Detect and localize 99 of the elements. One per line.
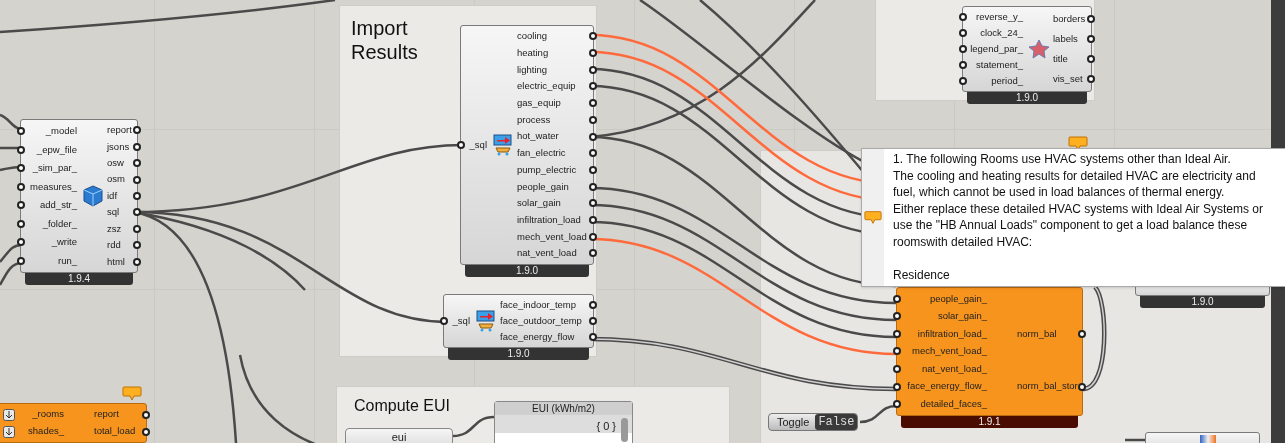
component-node[interactable]: _sql cooling heating lighting electric_equip gas_equip process hot_water fan_electric pump_electric people_gain solar_gain infiltration_load mech_vent_load nat_vent_load (460, 25, 594, 265)
output-label: electric_equip (517, 79, 576, 94)
output-label: norm_bal_stor (1017, 379, 1078, 394)
input-label: face_energy_flow_ (907, 379, 987, 394)
input-label: infiltration_load_ (917, 326, 987, 341)
output-label: heating (517, 45, 549, 60)
input-label: reverse_y_ (976, 9, 1023, 24)
input-port[interactable] (457, 141, 465, 149)
version-label: 1.9.4 (25, 273, 133, 285)
output-label: people_gain (517, 179, 569, 194)
wire (859, 404, 897, 424)
input-port[interactable] (440, 317, 448, 325)
version-label: 1.9.0 (448, 348, 589, 360)
output-label: title (1053, 51, 1068, 66)
output-label: osm (107, 172, 125, 187)
wire (452, 415, 495, 438)
version-label: 1.9.1 (901, 416, 1078, 428)
input-label: _sql (469, 137, 487, 152)
panel-title: EUI (kWh/m2) (495, 402, 632, 415)
input-label: _sql (452, 313, 470, 328)
version-label: 1.9.0 (967, 92, 1087, 104)
output-label: norm_bal (1017, 326, 1057, 341)
output-label: fan_electric (517, 146, 566, 161)
input-label: nat_vent_load_ (922, 361, 987, 376)
output-label: borders (1053, 11, 1086, 26)
star-icon (1028, 39, 1050, 59)
input-label: shades_ (28, 424, 64, 439)
version-label: 1.9.0 (465, 265, 589, 277)
output-label: pump_electric (517, 162, 577, 177)
output-label: vis_set (1053, 71, 1083, 86)
message-bubble-icon[interactable] (1068, 136, 1088, 151)
output-label: html (107, 254, 125, 269)
component-node[interactable]: _rooms shades_ report total_load (0, 403, 147, 443)
results-icon (476, 310, 496, 332)
output-label: zsz (107, 221, 122, 236)
input-label: _epw_file (36, 142, 77, 157)
input-label: run_ (58, 253, 77, 268)
component-node[interactable]: people_gain_ solar_gain_ infiltration_load_ mech_vent_load_ nat_vent_load_ face_energy_flow_ detailed_faces_ norm_bal norm_bal_stor (896, 287, 1083, 416)
wire (1125, 438, 1145, 442)
output-label: total_load (94, 424, 136, 439)
output-label: cooling (517, 29, 548, 44)
input-label: _sim_par_ (32, 161, 77, 176)
group-title: Compute EUI (354, 396, 452, 416)
input-label: _write (51, 235, 77, 250)
input-label: period_ (991, 73, 1023, 88)
input-label: _folder_ (42, 216, 77, 231)
room-name: Residence (893, 266, 951, 284)
input-label: people_gain_ (929, 291, 987, 306)
message-bubble-icon (864, 210, 882, 225)
down-arrow-icon[interactable] (3, 425, 15, 438)
output-port[interactable] (1087, 75, 1095, 83)
input-label: solar_gain_ (937, 309, 987, 324)
input-label: measures_ (30, 179, 77, 194)
wire (0, 243, 23, 263)
output-label: face_outdoor_temp (500, 313, 582, 328)
output-label: gas_equip (517, 96, 561, 111)
version-label: 1.9.0 (1140, 296, 1265, 308)
input-label: _model (45, 124, 77, 139)
output-port[interactable] (1087, 15, 1095, 23)
input-label: _rooms (32, 407, 64, 422)
down-arrow-icon[interactable] (3, 408, 15, 421)
results-icon (493, 134, 513, 156)
output-label: labels (1053, 31, 1078, 46)
output-label: face_indoor_temp (500, 297, 577, 312)
output-label: solar_gain (517, 196, 561, 211)
output-label: osw (107, 155, 124, 170)
output-port[interactable] (1078, 329, 1086, 338)
cube-icon (83, 185, 103, 207)
component-node[interactable]: _sql face_indoor_temp face_outdoor_temp face_energy_flow (443, 294, 594, 348)
component-node[interactable]: reverse_y_ clock_24_ legend_par_ statement_ period_ borders labels title vis_set (962, 6, 1092, 92)
output-label: jsons (107, 139, 130, 154)
output-label: rdd (107, 238, 121, 253)
input-label: mech_vent_load_ (912, 344, 987, 359)
eui-button[interactable]: eui (345, 428, 453, 443)
output-port[interactable] (1087, 35, 1095, 43)
output-label: lighting (517, 62, 548, 77)
data-path: { 0 } (596, 419, 616, 433)
output-label: idf (107, 188, 118, 203)
output-label: hot_water (517, 129, 559, 144)
output-label: report (94, 407, 119, 422)
input-label: statement_ (976, 57, 1023, 72)
output-label: sql (107, 205, 120, 220)
input-label: clock_24_ (980, 25, 1023, 40)
input-label: add_str_ (40, 198, 77, 213)
warning-message: 1. The following Rooms use HVAC systems other than Ideal Air. The cooling and heating results for detailed HVAC are electricity and fuel, which cannot be used in load balances of thermal energy. Either replace these detailed HVAC systems with Ideal Air Systems or use the "HB Annual Loads" component to get a load balance these roomswith detailed HVAC: (893, 151, 1263, 251)
output-label: infiltration_load (517, 212, 581, 227)
output-port[interactable] (1078, 382, 1086, 391)
output-label: mech_vent_load (517, 229, 587, 244)
input-label: legend_par_ (970, 41, 1023, 56)
group-title: Import Results (351, 16, 419, 64)
output-label: face_energy_flow (500, 329, 575, 344)
output-port[interactable] (1087, 55, 1095, 63)
output-label: nat_vent_load (517, 246, 577, 261)
toggle-switch[interactable]: Toggle False (768, 413, 859, 431)
output-label: process (517, 112, 551, 127)
output-label: report (107, 123, 132, 138)
input-label: detailed_faces_ (920, 397, 987, 412)
component-node[interactable]: _model _epw_file _sim_par_ measures_ add_str_ _folder_ _write run_ report jsons osw osm idf sql zsz rdd html (20, 119, 138, 273)
scrollbar-thumb[interactable] (621, 418, 628, 442)
